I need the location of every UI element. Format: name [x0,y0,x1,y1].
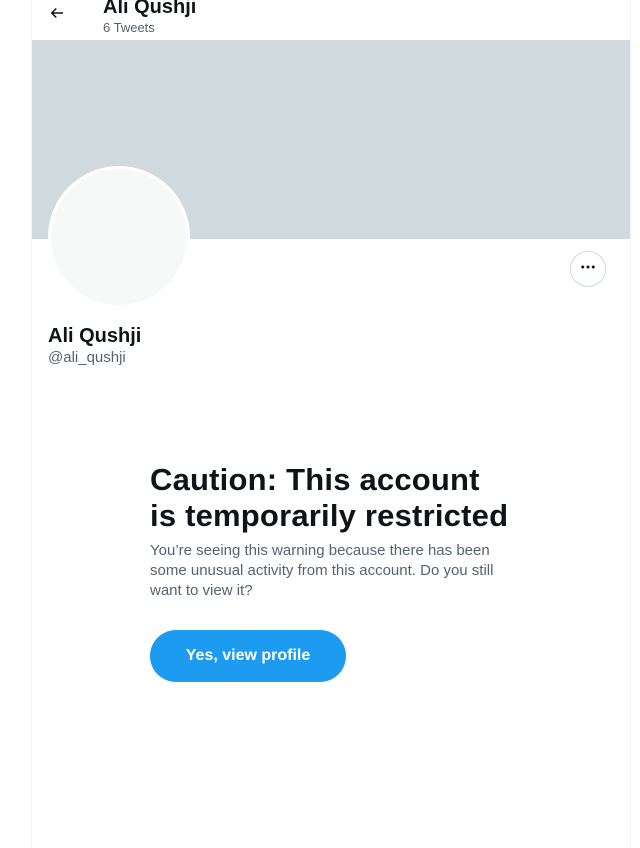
tweet-count: 6 Tweets [103,20,155,35]
avatar[interactable] [48,166,190,308]
restriction-warning: Caution: This account is temporarily res… [150,462,510,682]
header-title: Ali Qushji [103,0,197,18]
more-horizontal-icon [579,258,597,281]
profile-handle: @ali_qushji [48,349,126,366]
view-profile-button[interactable]: Yes, view profile [150,630,346,682]
back-button[interactable] [42,0,72,30]
warning-body: You’re seeing this warning because there… [150,542,494,599]
more-options-button[interactable] [570,251,606,287]
arrow-left-icon [48,4,66,27]
profile-column: Ali Qushji 6 Tweets Ali Qushji @ali_qush… [31,0,631,848]
warning-title: Caution: This account is temporarily res… [150,462,509,533]
profile-name: Ali Qushji [48,325,142,347]
top-bar: Ali Qushji 6 Tweets [32,0,630,40]
